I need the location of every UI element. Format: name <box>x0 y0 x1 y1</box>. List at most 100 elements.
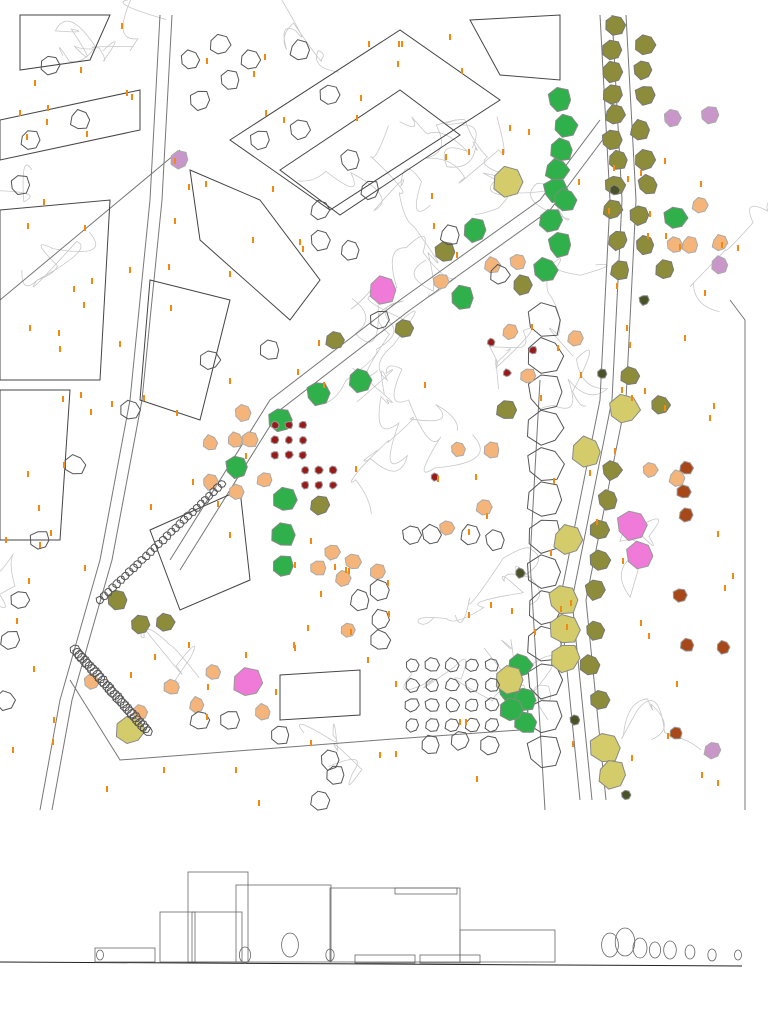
plant-tag <box>596 519 598 525</box>
plant-tag <box>205 181 207 187</box>
plant-tag <box>424 382 426 388</box>
plant-tag <box>84 565 86 571</box>
plant-tag <box>502 149 504 155</box>
plant-tag <box>245 652 247 658</box>
plant-tag <box>46 119 48 125</box>
plant-tag <box>83 302 85 308</box>
plant-tag <box>459 719 461 725</box>
tree-dark-red <box>298 420 308 429</box>
plant-tag <box>468 149 470 155</box>
plant-tag <box>631 755 633 761</box>
plant-tag <box>58 330 60 336</box>
plant-tag <box>431 193 433 199</box>
plant-tag <box>50 530 52 536</box>
plant-tag <box>395 681 397 687</box>
plant-tag <box>320 591 322 597</box>
plant-tag <box>557 345 559 351</box>
plant-tag <box>395 751 397 757</box>
plant-tag <box>310 740 312 746</box>
plant-tag <box>550 550 552 556</box>
plant-tag <box>47 105 49 111</box>
plant-tag <box>86 131 88 137</box>
plant-tag <box>188 184 190 190</box>
plant-tag <box>16 618 18 624</box>
tree-peach <box>229 483 245 500</box>
plant-tag <box>553 478 555 484</box>
plant-tag <box>647 233 649 239</box>
plant-tag <box>461 68 463 74</box>
plant-tag <box>207 684 209 690</box>
plant-tag <box>299 239 301 245</box>
plant-tag <box>387 580 389 586</box>
plant-tag <box>29 325 31 331</box>
plant-tag <box>475 474 477 480</box>
plant-tag <box>701 772 703 778</box>
plant-tag <box>323 382 325 388</box>
tree-dark-red <box>284 421 294 429</box>
plant-tag <box>580 372 582 378</box>
plant-tag <box>566 624 568 630</box>
plant-tag <box>648 633 650 639</box>
plant-tag <box>627 176 629 182</box>
plant-tag <box>511 608 513 614</box>
plant-tag <box>468 529 470 535</box>
plant-tag <box>433 223 435 229</box>
plant-tag <box>724 585 726 591</box>
plant-tag <box>80 392 82 398</box>
tree-dark-red <box>528 346 538 355</box>
tree-dark-red <box>328 465 338 475</box>
plant-tag <box>534 629 536 635</box>
plant-tag <box>644 388 646 394</box>
plant-tag <box>34 80 36 86</box>
plant-tag <box>367 657 369 663</box>
tree-dark-red <box>299 436 308 445</box>
tree-rust <box>669 726 683 740</box>
plant-tag <box>622 558 624 564</box>
plant-tag <box>616 283 618 289</box>
tree-olive <box>589 519 611 540</box>
plant-tag <box>640 620 642 626</box>
plant-tag <box>717 780 719 786</box>
plant-tag <box>59 346 61 352</box>
plant-tag <box>348 568 350 574</box>
tree-peach <box>241 431 259 448</box>
plant-tag <box>5 537 7 543</box>
plant-tag <box>229 271 231 277</box>
plant-tag <box>476 776 478 782</box>
plant-tag <box>272 186 274 192</box>
plant-tag <box>629 342 631 348</box>
plant-tag <box>265 110 267 116</box>
plant-tag <box>397 61 399 67</box>
plant-tag <box>676 681 678 687</box>
plant-tag <box>709 415 711 421</box>
plant-tag <box>297 369 299 375</box>
plant-tag <box>721 242 723 248</box>
plant-tag <box>150 504 152 510</box>
plant-tag <box>176 410 178 416</box>
plant-tag <box>206 58 208 64</box>
plant-tag <box>258 800 260 806</box>
plant-tag <box>91 278 93 284</box>
plant-tag <box>437 476 439 482</box>
plant-tag <box>253 71 255 77</box>
plant-tag <box>578 179 580 185</box>
plant-tag <box>379 752 381 758</box>
plant-tag <box>229 378 231 384</box>
plant-tag <box>275 689 277 695</box>
plant-tag <box>456 252 458 258</box>
plant-tag <box>468 612 470 618</box>
plant-tag <box>310 538 312 544</box>
plant-tag <box>345 567 347 573</box>
plant-tag <box>119 341 121 347</box>
plant-tag <box>229 532 231 538</box>
plant-tag <box>52 739 54 745</box>
plant-tag <box>63 462 65 468</box>
plant-tag <box>206 714 208 720</box>
plant-tag <box>307 625 309 631</box>
tree-dark-red <box>301 466 310 475</box>
plant-tag <box>486 513 488 519</box>
tree-rust <box>672 588 688 603</box>
tree-peach <box>310 560 327 576</box>
plant-tag <box>43 199 45 205</box>
tree-dark-olive <box>569 714 581 726</box>
